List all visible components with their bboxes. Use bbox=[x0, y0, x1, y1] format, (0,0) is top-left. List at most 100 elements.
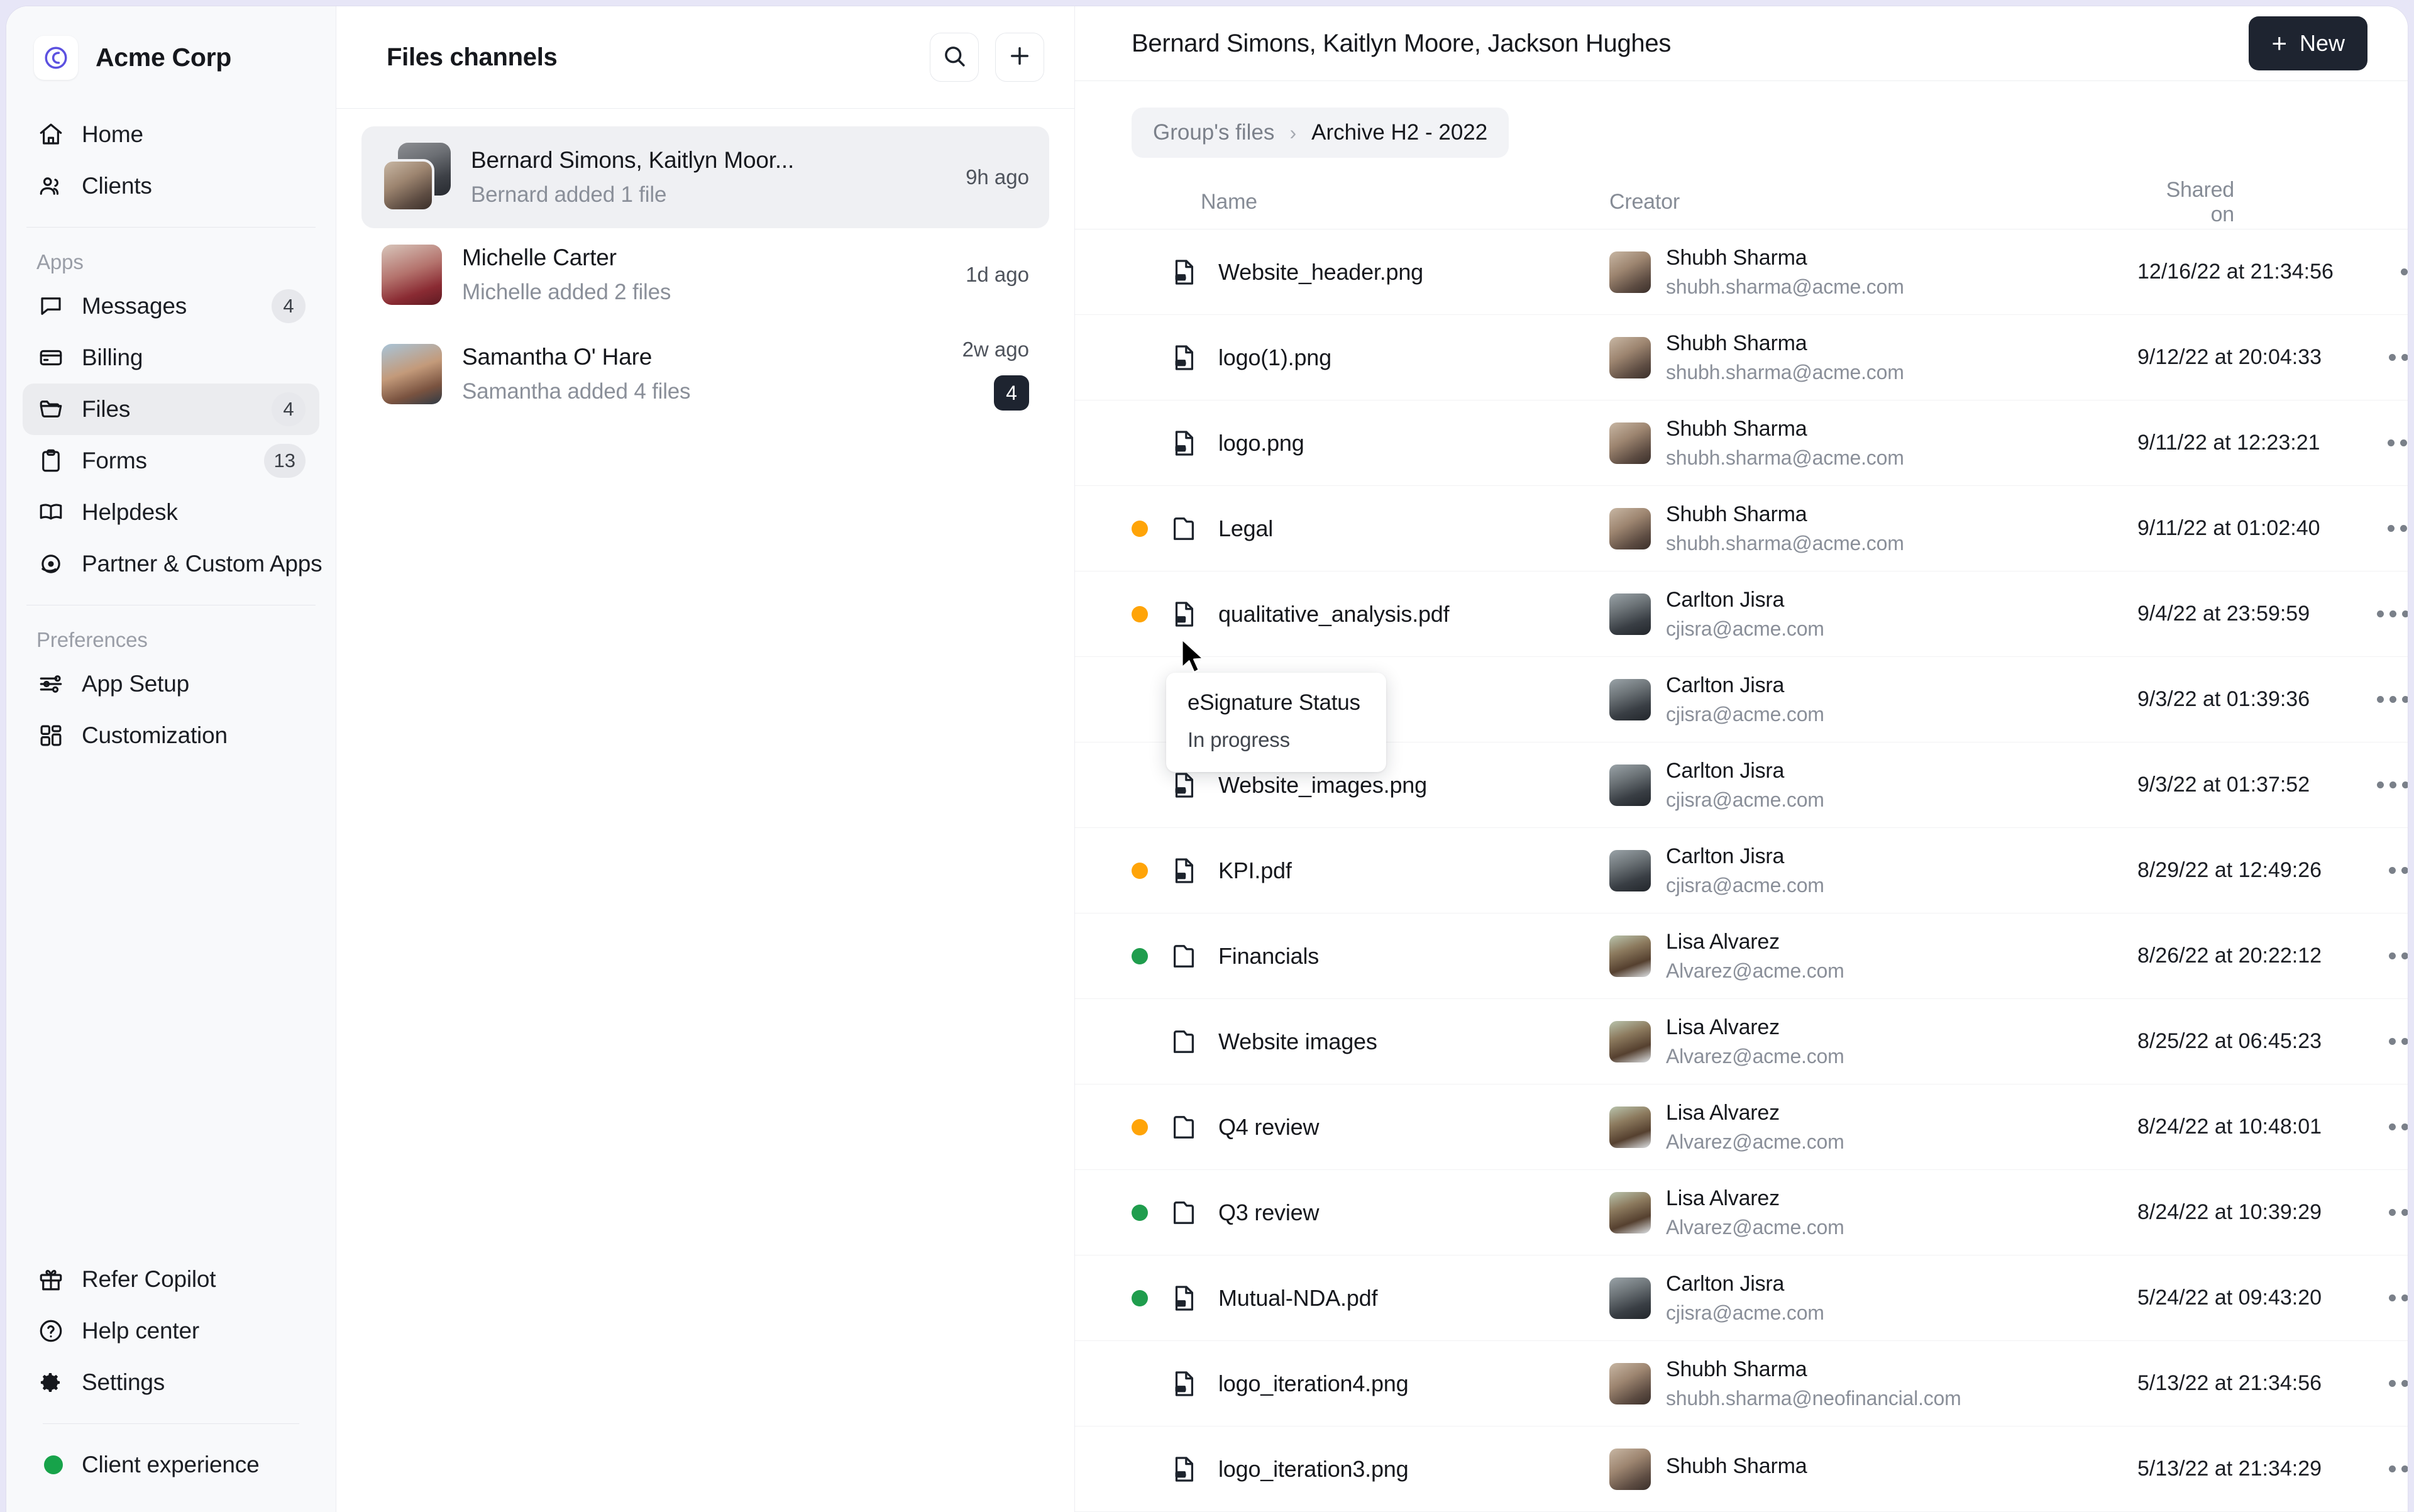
brand[interactable]: Acme Corp bbox=[6, 6, 336, 109]
table-row[interactable]: PNGWebsite_header.pngShubh Sharmashubh.s… bbox=[1075, 229, 2408, 315]
new-button[interactable]: + New bbox=[2249, 16, 2367, 70]
table-row[interactable]: PDFqualitative_analysis.pdfCarlton Jisra… bbox=[1075, 571, 2408, 657]
sidebar-badge-forms: 13 bbox=[264, 444, 306, 478]
breadcrumb-root[interactable]: Group's files bbox=[1153, 120, 1274, 145]
png-file-icon: PNG bbox=[1167, 1455, 1201, 1484]
table-row[interactable]: Q4 reviewLisa AlvarezAlvarez@acme.com8/2… bbox=[1075, 1084, 2408, 1170]
table-row[interactable]: PNGlogo_iteration4.pngShubh Sharmashubh.… bbox=[1075, 1341, 2408, 1426]
svg-text:PNG: PNG bbox=[1176, 1473, 1186, 1477]
channels-panel: Files channels bbox=[336, 6, 1075, 1512]
more-options-icon[interactable] bbox=[2384, 1283, 2408, 1313]
search-button[interactable] bbox=[930, 33, 979, 82]
sidebar-item-messages[interactable]: Messages 4 bbox=[23, 280, 319, 332]
table-row[interactable]: PNGlogo.pngShubh Sharmashubh.sharma@acme… bbox=[1075, 400, 2408, 486]
sidebar-item-label: Clients bbox=[82, 173, 152, 199]
column-header-shared-on[interactable]: Shared on bbox=[2137, 178, 2251, 227]
more-options-icon[interactable] bbox=[2372, 685, 2408, 714]
breadcrumb-current[interactable]: Archive H2 - 2022 bbox=[1311, 120, 1487, 145]
table-row[interactable]: Q3 reviewLisa AlvarezAlvarez@acme.com8/2… bbox=[1075, 1170, 2408, 1255]
table-row[interactable]: FinancialsLisa AlvarezAlvarez@acme.com8/… bbox=[1075, 913, 2408, 999]
cell-name: PNGlogo(1).png bbox=[1132, 343, 1609, 372]
sidebar-item-clients[interactable]: Clients bbox=[23, 160, 319, 212]
more-options-icon[interactable] bbox=[2384, 343, 2408, 372]
more-options-icon[interactable] bbox=[2384, 1027, 2408, 1056]
add-channel-button[interactable] bbox=[995, 33, 1044, 82]
cell-actions bbox=[2337, 514, 2408, 543]
more-options-icon[interactable] bbox=[2384, 941, 2408, 971]
channel-item-bernard[interactable]: Bernard Simons, Kaitlyn Moor... Bernard … bbox=[361, 126, 1049, 228]
sidebar-item-helpdesk[interactable]: Helpdesk bbox=[23, 487, 319, 538]
status-dot-slot bbox=[1132, 1205, 1167, 1221]
column-header-name[interactable]: Name bbox=[1132, 190, 1609, 214]
sidebar-item-label: Partner & Custom Apps bbox=[82, 551, 322, 577]
more-options-icon[interactable] bbox=[2384, 1369, 2408, 1398]
table-row[interactable]: PNGlogo(1).pngShubh Sharmashubh.sharma@a… bbox=[1075, 315, 2408, 400]
sidebar-item-forms[interactable]: Forms 13 bbox=[23, 435, 319, 487]
cell-shared-on: 5/24/22 at 09:43:20 bbox=[2137, 1286, 2338, 1310]
table-row[interactable]: LegalShubh Sharmashubh.sharma@acme.com9/… bbox=[1075, 486, 2408, 571]
creator-email: Alvarez@acme.com bbox=[1666, 1216, 1844, 1239]
cell-shared-on: 9/11/22 at 12:23:21 bbox=[2137, 431, 2337, 455]
cell-name: Q4 review bbox=[1132, 1113, 1609, 1142]
more-options-icon[interactable] bbox=[2383, 428, 2408, 458]
channel-name: Bernard Simons, Kaitlyn Moor... bbox=[471, 147, 794, 174]
gear-icon bbox=[36, 1368, 65, 1397]
cell-actions bbox=[2326, 599, 2408, 629]
cell-name: PDFMutual-NDA.pdf bbox=[1132, 1284, 1609, 1313]
more-options-icon[interactable] bbox=[2372, 770, 2408, 800]
more-options-icon[interactable] bbox=[2372, 599, 2408, 629]
cell-name: PDFKPI.pdf bbox=[1132, 856, 1609, 885]
creator-name: Lisa Alvarez bbox=[1666, 1101, 1844, 1125]
more-options-icon[interactable] bbox=[2384, 1454, 2408, 1484]
column-header-creator[interactable]: Creator bbox=[1609, 190, 2137, 214]
sidebar-item-refer-copilot[interactable]: Refer Copilot bbox=[23, 1254, 319, 1305]
sidebar-item-home[interactable]: Home bbox=[23, 109, 319, 160]
sidebar-item-settings[interactable]: Settings bbox=[23, 1357, 319, 1408]
sidebar-spacer bbox=[6, 761, 336, 1254]
creator-name: Lisa Alvarez bbox=[1666, 1015, 1844, 1040]
sidebar-item-help-center[interactable]: Help center bbox=[23, 1305, 319, 1357]
file-name: KPI.pdf bbox=[1218, 858, 1292, 884]
table-row[interactable]: PNGlogo_iteration3.pngShubh Sharma5/13/2… bbox=[1075, 1426, 2408, 1512]
channel-name: Michelle Carter bbox=[462, 245, 671, 271]
more-options-icon[interactable] bbox=[2383, 514, 2408, 543]
table-header: Name Creator Shared on bbox=[1075, 175, 2408, 229]
table-row[interactable]: PDFKPI.pdfCarlton Jisracjisra@acme.com8/… bbox=[1075, 828, 2408, 913]
cell-name: PNGlogo_iteration3.png bbox=[1132, 1455, 1609, 1484]
channel-item-samantha[interactable]: Samantha O' Hare Samantha added 4 files … bbox=[361, 321, 1049, 427]
sidebar-item-customization[interactable]: Customization bbox=[23, 710, 319, 761]
svg-text:PNG: PNG bbox=[1176, 447, 1186, 451]
cell-actions bbox=[2337, 428, 2408, 458]
files-table: Name Creator Shared on PNGWebsite_header… bbox=[1075, 175, 2408, 1512]
sidebar-item-files[interactable]: Files 4 bbox=[23, 384, 319, 435]
creator-email: cjisra@acme.com bbox=[1666, 1301, 1824, 1325]
table-row[interactable]: Website imagesLisa AlvarezAlvarez@acme.c… bbox=[1075, 999, 2408, 1084]
sidebar-item-label: Forms bbox=[82, 448, 147, 474]
plus-icon bbox=[1006, 43, 1033, 72]
avatar bbox=[1609, 337, 1651, 378]
sidebar-item-billing[interactable]: Billing bbox=[23, 332, 319, 384]
channel-item-michelle[interactable]: Michelle Carter Michelle added 2 files 1… bbox=[361, 228, 1049, 321]
more-options-icon[interactable] bbox=[2396, 257, 2408, 287]
sidebar-section-apps: Apps bbox=[6, 243, 336, 280]
cell-actions bbox=[2326, 685, 2408, 714]
avatar bbox=[1609, 251, 1651, 293]
more-options-icon[interactable] bbox=[2384, 856, 2408, 885]
creator-email: cjisra@acme.com bbox=[1666, 703, 1824, 726]
avatar bbox=[1609, 1277, 1651, 1319]
cell-shared-on: 9/11/22 at 01:02:40 bbox=[2137, 516, 2337, 541]
channel-text: Michelle Carter Michelle added 2 files bbox=[462, 245, 671, 305]
nav-preferences: App Setup Customization bbox=[6, 658, 336, 761]
sidebar-item-partner-custom-apps[interactable]: Partner & Custom Apps bbox=[23, 538, 319, 590]
table-body: PNGWebsite_header.pngShubh Sharmashubh.s… bbox=[1075, 229, 2408, 1512]
more-options-icon[interactable] bbox=[2384, 1112, 2408, 1142]
table-row[interactable]: PDFMutual-NDA.pdfCarlton Jisracjisra@acm… bbox=[1075, 1255, 2408, 1341]
creator-email: shubh.sharma@acme.com bbox=[1666, 361, 1904, 384]
cell-shared-on: 8/26/22 at 20:22:12 bbox=[2137, 944, 2338, 968]
sidebar-item-client-experience[interactable]: Client experience bbox=[23, 1439, 319, 1491]
avatar bbox=[1609, 593, 1651, 635]
png-file-icon: PNG bbox=[1167, 771, 1201, 800]
sidebar-item-label: Files bbox=[82, 396, 130, 422]
sidebar-item-app-setup[interactable]: App Setup bbox=[23, 658, 319, 710]
more-options-icon[interactable] bbox=[2384, 1198, 2408, 1227]
